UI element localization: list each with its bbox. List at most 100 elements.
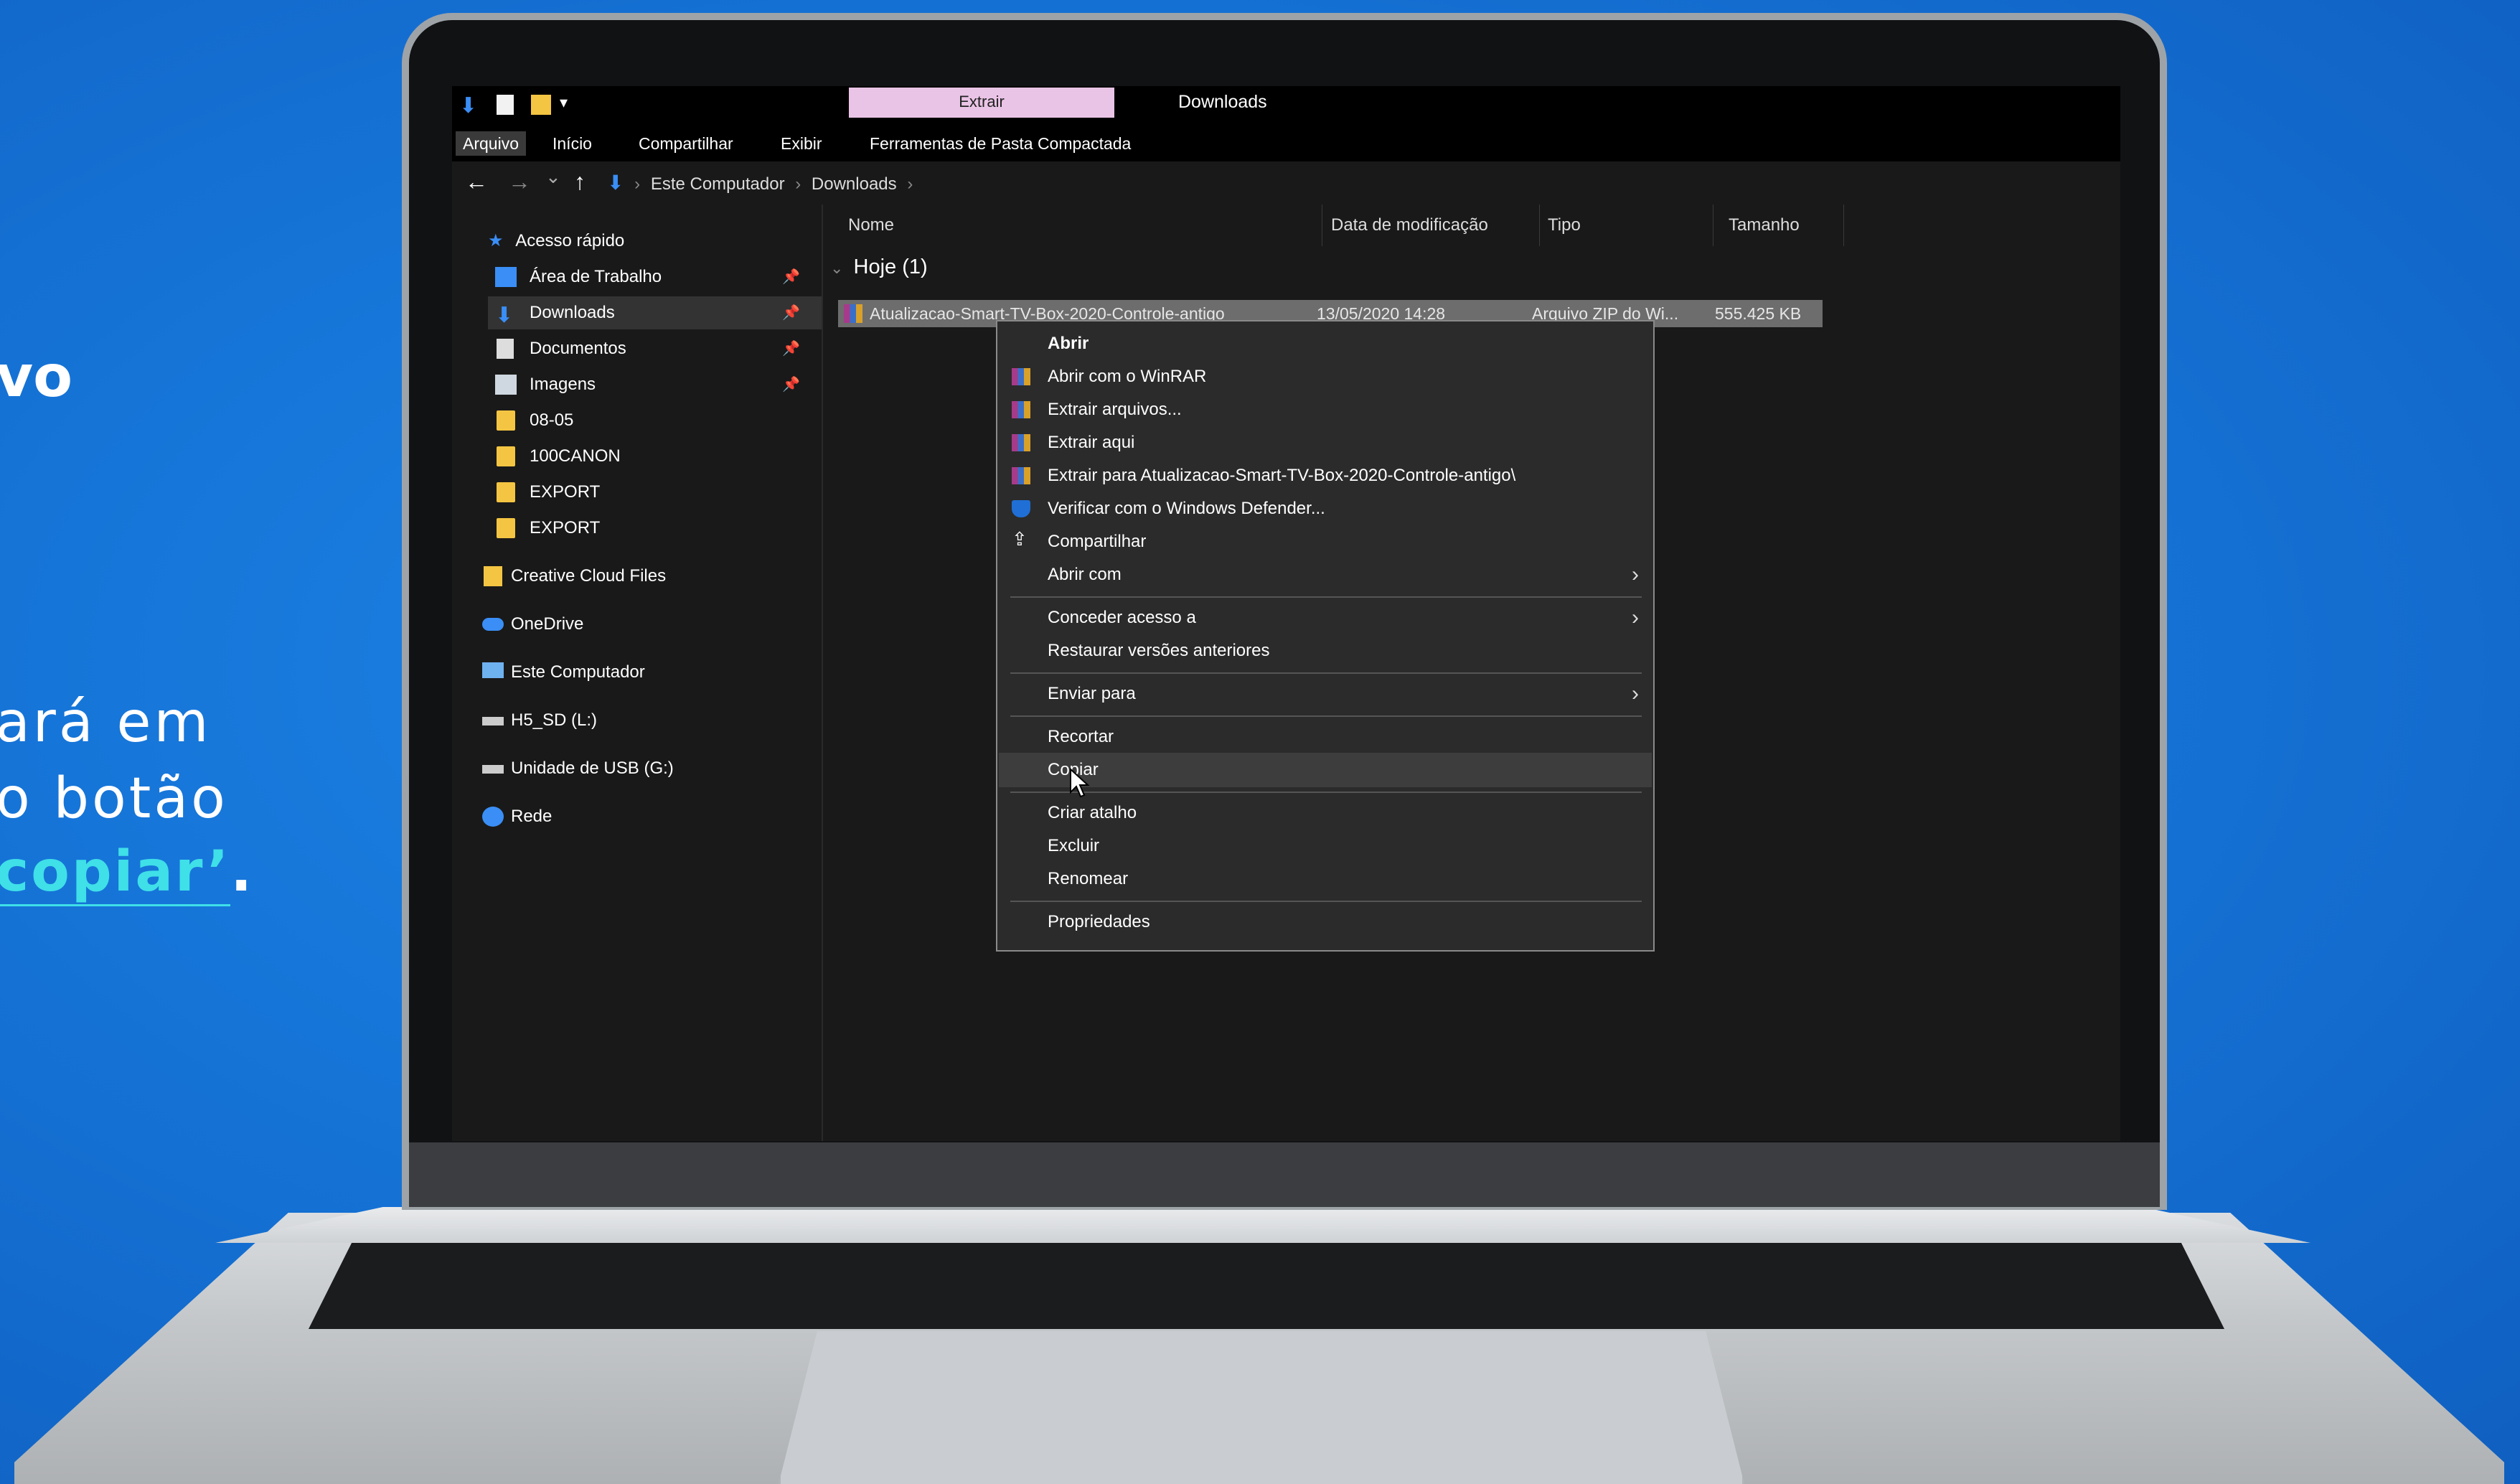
caption-highlight: copiar’ [0,840,231,906]
ribbon-tabs: Arquivo Início Compartilhar Exibir Ferra… [452,126,2120,161]
menu-item-abrir-com-winrar[interactable]: Abrir com o WinRAR [997,360,1653,393]
menu-item-enviar-para[interactable]: Enviar para › [997,677,1653,710]
share-icon: ⇪ [1012,528,1028,550]
contextual-tab-extrair[interactable]: Extrair [849,88,1114,118]
tab-inicio[interactable]: Início [545,131,599,156]
folder-icon [497,518,515,538]
download-icon: ⬇ [495,304,514,327]
pin-icon[interactable]: 📌 [782,368,800,401]
recent-locations-icon[interactable]: ⌄ [545,166,561,188]
menu-separator [1010,901,1642,902]
menu-item-copiar[interactable]: Copiar [997,753,1653,786]
title-bar: ⬇ ▾ Extrair Downloads [452,86,2120,126]
download-icon: ⬇ [607,172,624,194]
context-menu: Abrir Abrir com o WinRAR Extrair arquivo… [996,320,1655,952]
menu-separator [1010,792,1642,793]
sidebar-item-unidade-usb[interactable]: Unidade de USB (G:) [482,752,798,785]
caption-fragment-1: vo [0,343,73,410]
breadcrumb[interactable]: ⬇ › Este Computador › Downloads › [607,161,2114,205]
window-title: Downloads [1178,92,1267,112]
sidebar-item-documentos[interactable]: Documentos 📌 [495,332,822,365]
sidebar-item-export-2[interactable]: EXPORT [495,512,782,545]
folder-icon [497,482,515,502]
group-header-hoje[interactable]: ⌄ Hoje (1) [830,251,928,283]
chevron-right-icon: › [1632,563,1639,586]
chevron-down-icon: ⌄ [830,259,844,277]
tab-arquivo[interactable]: Arquivo [456,131,526,156]
laptop-hinge [215,1207,2310,1243]
breadcrumb-este-computador[interactable]: Este Computador [651,174,785,194]
sidebar-item-h5-sd[interactable]: H5_SD (L:) [482,704,798,737]
menu-item-abrir-com[interactable]: Abrir com › [997,558,1653,591]
menu-item-renomear[interactable]: Renomear [997,863,1653,896]
customize-toolbar-icon[interactable]: ▾ [560,93,568,112]
menu-item-excluir[interactable]: Excluir [997,830,1653,863]
menu-item-criar-atalho[interactable]: Criar atalho [997,797,1653,830]
sidebar-item-downloads[interactable]: ⬇ Downloads 📌 [488,296,822,329]
tab-ferramentas-pasta-compactada[interactable]: Ferramentas de Pasta Compactada [862,131,1138,156]
column-header-tamanho[interactable]: Tamanho [1729,205,1844,246]
column-header-tipo[interactable]: Tipo [1548,205,1713,246]
sidebar-item-onedrive[interactable]: OneDrive [482,608,798,641]
caption-period: . [230,840,255,904]
sidebar-item-este-computador[interactable]: Este Computador [482,656,798,689]
laptop-trackpad [779,1331,1744,1484]
drive-icon [482,765,504,774]
sidebar-item-08-05[interactable]: 08-05 [495,404,782,437]
caption-line-2: ará em [0,690,212,755]
sidebar-item-rede[interactable]: Rede [482,800,798,833]
menu-separator [1010,715,1642,717]
menu-item-compartilhar[interactable]: ⇪ Compartilhar [997,525,1653,558]
sidebar-item-export[interactable]: EXPORT [495,476,782,509]
navigation-pane: ★ Acesso rápido Área de Trabalho 📌 ⬇ Dow… [452,205,823,1141]
chevron-right-icon: › [1632,682,1639,705]
menu-item-extrair-para[interactable]: Extrair para Atualizacao-Smart-TV-Box-20… [997,459,1653,492]
column-header-nome[interactable]: Nome [848,205,1322,246]
star-icon: ★ [488,231,504,250]
pin-icon[interactable]: 📌 [782,296,800,329]
new-folder-icon[interactable] [531,95,551,115]
winrar-icon [1012,401,1030,418]
menu-item-conceder-acesso[interactable]: Conceder acesso a › [997,601,1653,634]
desktop-icon [495,267,517,287]
menu-item-recortar[interactable]: Recortar [997,720,1653,753]
image-icon [495,375,517,395]
chevron-right-icon: › [1632,606,1639,629]
download-icon: ⬇ [459,94,478,118]
sidebar-quick-access[interactable]: ★ Acesso rápido [488,225,624,258]
winrar-icon [1012,368,1030,385]
column-header-data-modificacao[interactable]: Data de modificação [1331,205,1540,246]
back-icon[interactable]: ← [465,169,488,195]
winrar-icon [1012,467,1030,484]
menu-item-verificar-windows-defender[interactable]: Verificar com o Windows Defender... [997,492,1653,525]
mouse-cursor-icon [1070,768,1090,798]
breadcrumb-downloads[interactable]: Downloads [812,174,897,194]
menu-item-extrair-arquivos[interactable]: Extrair arquivos... [997,393,1653,426]
pin-icon[interactable]: 📌 [782,260,800,293]
tab-compartilhar[interactable]: Compartilhar [631,131,741,156]
sidebar-item-area-de-trabalho[interactable]: Área de Trabalho 📌 [495,260,822,293]
up-icon[interactable]: ↑ [574,169,586,195]
caption-line-4: copiar’. [0,840,255,906]
sidebar-item-creative-cloud-files[interactable]: Creative Cloud Files [482,560,798,593]
folder-icon [497,446,515,466]
pin-icon[interactable]: 📌 [782,332,800,365]
forward-icon[interactable]: → [508,169,531,195]
zip-file-icon [844,304,862,323]
menu-item-propriedades[interactable]: Propriedades [997,906,1653,939]
sidebar-item-100canon[interactable]: 100CANON [495,440,782,473]
menu-item-abrir[interactable]: Abrir [997,327,1653,360]
computer-icon [482,662,504,678]
properties-icon[interactable] [497,95,514,115]
caption-line-3: o botão [0,766,228,831]
document-icon [497,339,514,359]
menu-separator [1010,672,1642,674]
menu-item-restaurar-versoes[interactable]: Restaurar versões anteriores [997,634,1653,667]
address-bar: ← → ⌄ ↑ ⬇ › Este Computador › Downloads … [452,161,2120,205]
tab-exibir[interactable]: Exibir [774,131,829,156]
sidebar-item-imagens[interactable]: Imagens 📌 [495,368,822,401]
menu-separator [1010,596,1642,598]
menu-item-extrair-aqui[interactable]: Extrair aqui [997,426,1653,459]
network-icon [482,807,504,827]
creative-cloud-icon [484,566,502,586]
